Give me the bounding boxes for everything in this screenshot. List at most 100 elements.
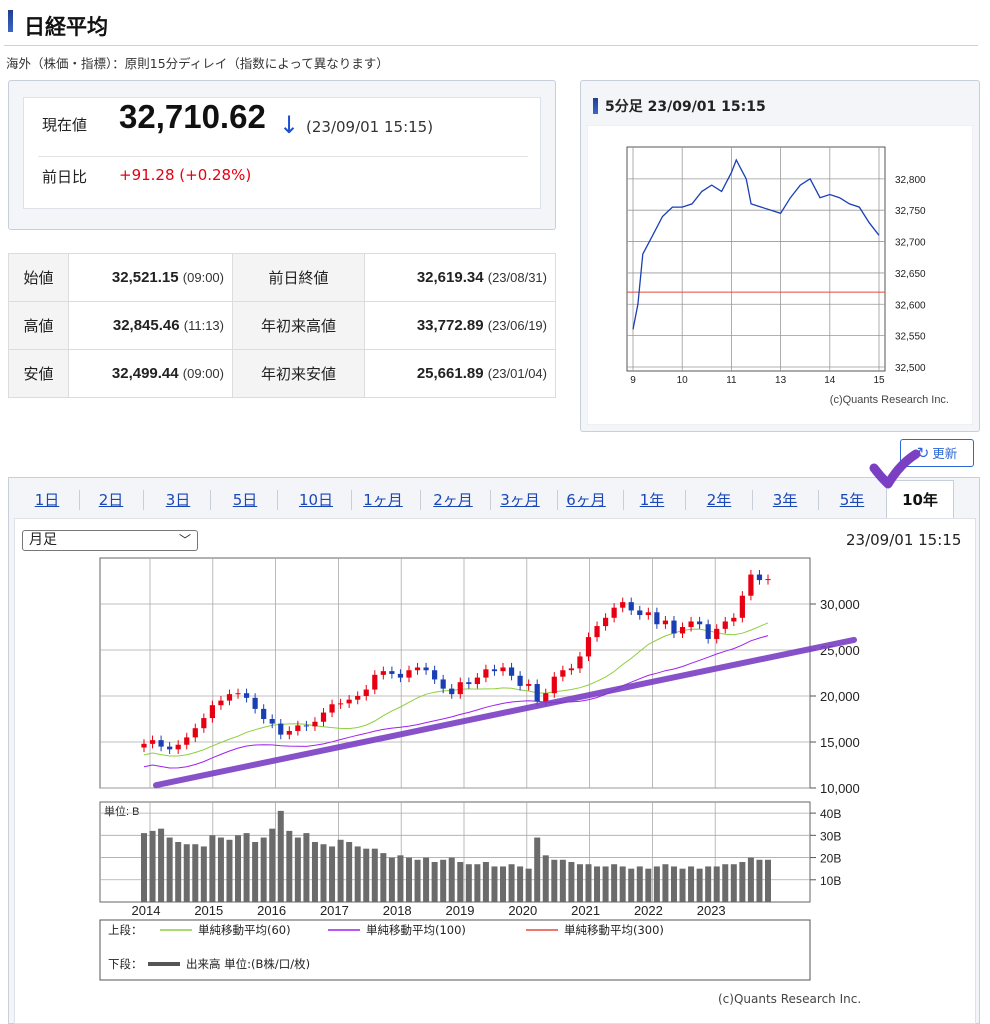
tab-1[interactable]: 2日	[88, 482, 134, 518]
volume-bar	[371, 848, 378, 902]
tab-2[interactable]: 3日	[155, 482, 201, 518]
stat-number: 32,619.34	[416, 269, 484, 286]
volume-bar	[739, 862, 746, 902]
candle-body	[303, 725, 310, 727]
volume-bar	[158, 828, 165, 902]
year-label: 2014	[132, 903, 161, 918]
current-value-label: 現在値	[42, 116, 88, 134]
legend-ma100: 単純移動平均(100)	[366, 923, 466, 937]
candle-body	[363, 689, 369, 696]
intraday-x-tick: 15	[873, 375, 885, 386]
candle-body	[731, 617, 737, 622]
volume-bar	[252, 842, 259, 902]
stat-number: 33,772.89	[416, 317, 484, 334]
volume-bar	[508, 864, 515, 902]
volume-bar	[713, 866, 720, 902]
tab-separator	[818, 490, 819, 510]
candle-body	[697, 621, 703, 625]
candle-body	[320, 712, 327, 722]
year-label: 2015	[194, 903, 223, 918]
tab-9[interactable]: 1年	[628, 482, 676, 518]
stat-time: (09:00)	[182, 270, 224, 285]
volume-bar	[747, 857, 754, 902]
legend-lower-label: 下段：	[108, 957, 143, 971]
volume-unit-label: 単位: B	[104, 804, 139, 818]
candle-body	[466, 682, 472, 685]
tab-10[interactable]: 2年	[695, 482, 743, 518]
tab-7[interactable]: 3ヶ月	[492, 482, 548, 518]
tab-separator	[420, 490, 421, 510]
candle-body	[500, 667, 506, 672]
candle-body	[671, 620, 677, 634]
legend-ma60: 単純移動平均(60)	[198, 923, 291, 937]
stat-time: (11:13)	[183, 318, 224, 333]
year-label: 2020	[508, 903, 537, 918]
volume-bar	[294, 837, 301, 902]
change-value: +91.28 (+0.28%)	[119, 166, 252, 184]
tab-4[interactable]: 10日	[290, 482, 342, 518]
volume-bar	[636, 866, 643, 902]
intraday-x-tick: 10	[677, 375, 689, 386]
volume-bar	[585, 864, 592, 902]
volume-bar	[696, 868, 703, 902]
tab-3[interactable]: 5日	[222, 482, 268, 518]
stat-label: 高値	[8, 301, 69, 350]
volume-bar	[166, 837, 173, 902]
candle-body	[346, 699, 352, 704]
candle-body	[414, 667, 421, 671]
volume-bar	[286, 830, 293, 902]
volume-bar	[568, 862, 575, 902]
stat-number: 32,499.44	[111, 365, 179, 382]
legend-ma300: 単純移動平均(300)	[564, 923, 664, 937]
candle-body	[184, 737, 190, 745]
stat-label: 年初来高値	[232, 301, 365, 350]
candle-body	[628, 602, 634, 611]
current-price-panel: 現在値 32,710.62 ↓ (23/09/01 15:15) 前日比 +91…	[8, 80, 556, 230]
volume-bar	[576, 864, 583, 902]
volume-bar	[260, 837, 267, 902]
candle-body	[602, 617, 609, 627]
volume-bar	[602, 866, 609, 902]
volume-bar	[628, 868, 635, 902]
intraday-y-tick: 32,700	[895, 238, 926, 249]
volume-bar	[354, 846, 361, 902]
tab-separator	[79, 490, 80, 510]
intraday-title: 5分足 23/09/01 15:15	[605, 99, 766, 115]
volume-bar	[311, 842, 318, 902]
volume-bar	[346, 842, 353, 902]
volume-bar	[611, 864, 618, 902]
volume-bar	[679, 868, 686, 902]
volume-bar	[645, 868, 652, 902]
down-arrow-icon: ↓	[279, 111, 300, 139]
legend-volume: 出来高 単位:(B株/口/枚)	[186, 957, 310, 971]
candle-body	[679, 627, 686, 634]
tab-separator	[752, 490, 753, 510]
tab-11[interactable]: 3年	[761, 482, 809, 518]
candle-body	[235, 693, 241, 695]
volume-bar	[380, 853, 387, 902]
candle-body	[278, 723, 284, 735]
tab-0[interactable]: 1日	[24, 482, 70, 518]
volume-bar	[423, 857, 430, 902]
volume-bar	[525, 868, 532, 902]
volume-bar	[243, 833, 250, 902]
tab-8[interactable]: 6ヶ月	[558, 482, 614, 518]
candle-body	[372, 674, 378, 690]
volume-bar	[765, 859, 771, 902]
intraday-y-tick: 32,600	[895, 300, 926, 311]
volume-bar	[594, 866, 601, 902]
candle-body	[329, 704, 335, 713]
volume-bar	[534, 837, 541, 902]
tab-5[interactable]: 1ヶ月	[355, 482, 411, 518]
volume-bar	[482, 862, 489, 902]
volume-bar	[448, 857, 455, 902]
stat-time: (09:00)	[182, 366, 224, 381]
current-time: (23/09/01 15:15)	[306, 118, 434, 136]
candle-body	[432, 670, 438, 680]
candle-body	[423, 667, 429, 671]
volume-bar	[670, 866, 677, 902]
candle-body	[568, 668, 574, 671]
volume-bar	[722, 864, 729, 902]
tab-6[interactable]: 2ヶ月	[425, 482, 481, 518]
stats-row: 高値 32,845.46 (11:13) 年初来高値 33,772.89 (23/06…	[8, 301, 556, 350]
